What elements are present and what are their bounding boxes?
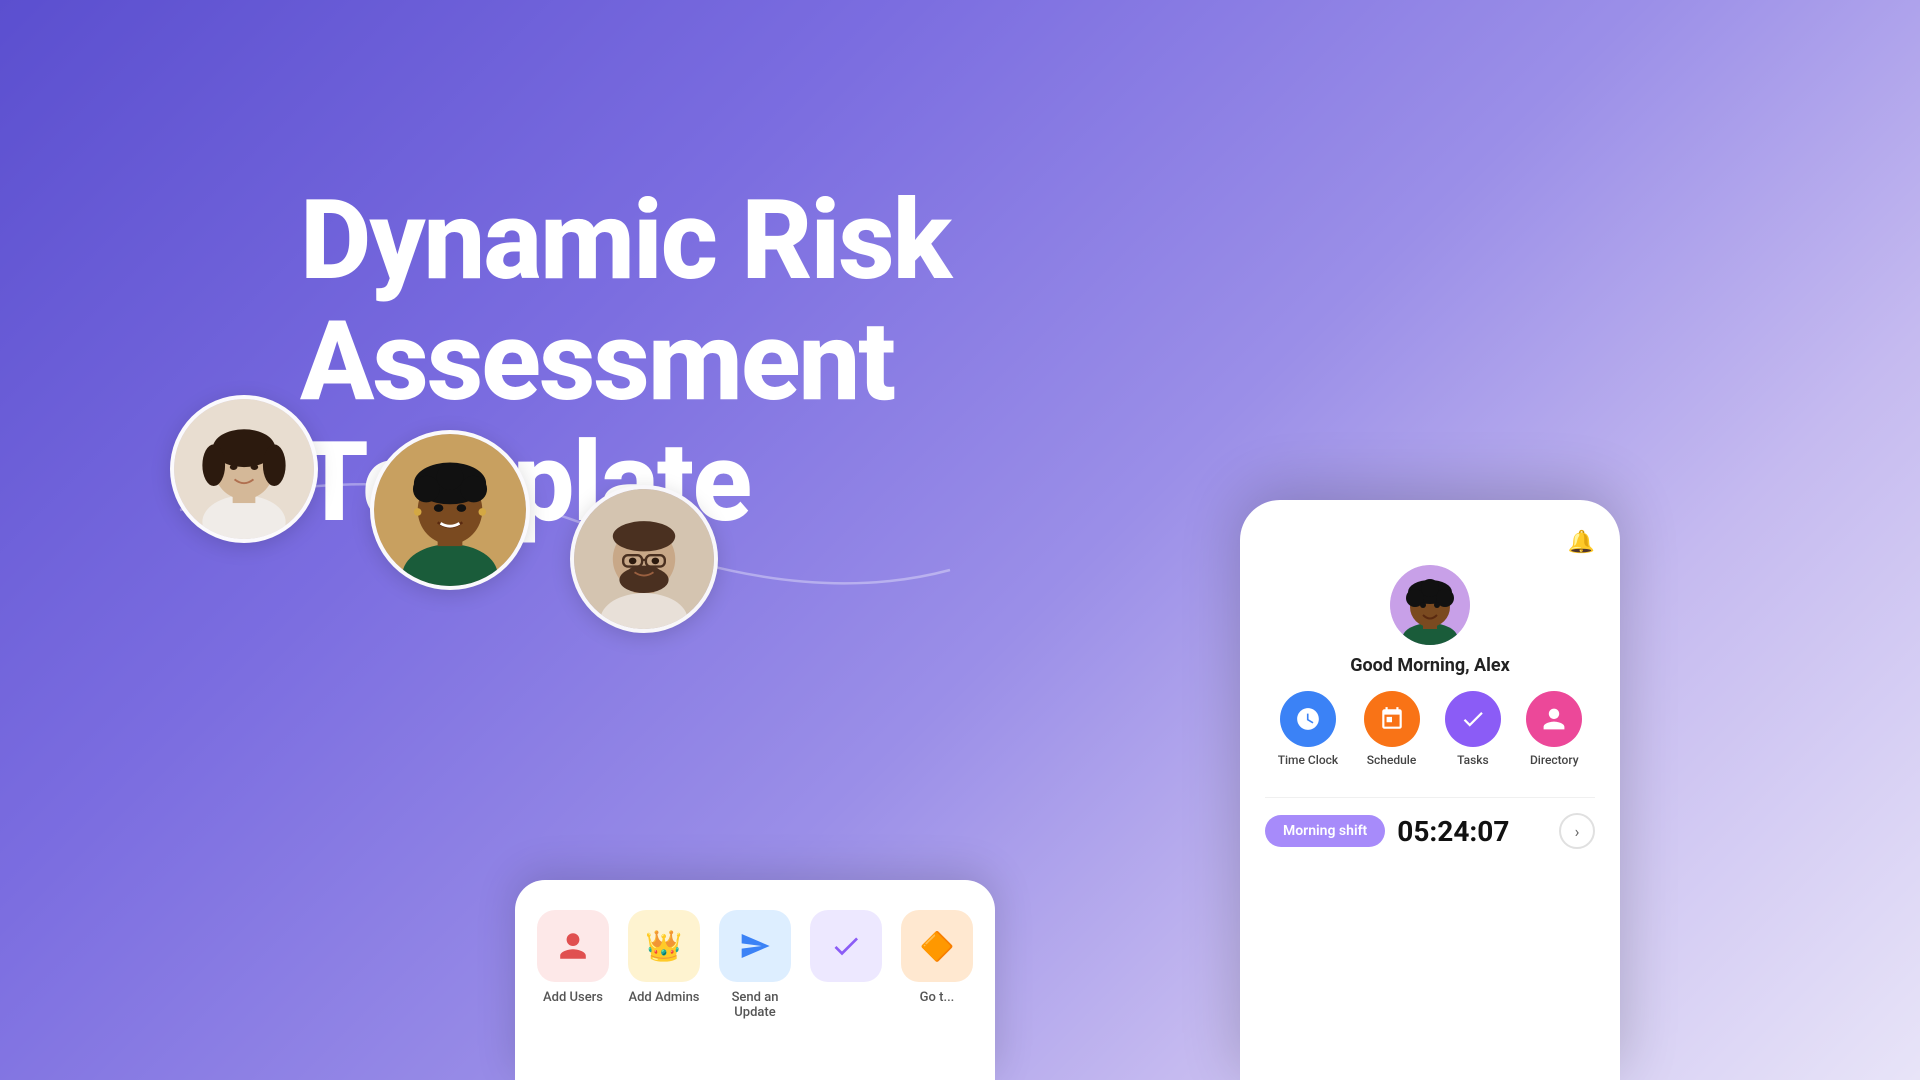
- shift-next-button[interactable]: ›: [1559, 813, 1595, 849]
- app-icon-checkmark[interactable]: [808, 910, 884, 990]
- phone-icon-schedule[interactable]: Schedule: [1364, 691, 1420, 767]
- timeclock-label: Time Clock: [1278, 753, 1338, 767]
- avatar-person-3: [570, 485, 718, 633]
- phone-avatar: [1390, 565, 1470, 645]
- app-icon-add-admins[interactable]: 👑 Add Admins: [626, 910, 702, 1005]
- timeclock-icon: [1280, 691, 1336, 747]
- goto-icon: 🔶: [901, 910, 973, 982]
- phone-icon-directory[interactable]: Directory: [1526, 691, 1582, 767]
- phone-mockup-right: 🔔 Good M: [1240, 500, 1620, 1080]
- shift-time: 05:24:07: [1397, 815, 1547, 848]
- shift-badge: Morning shift: [1265, 815, 1385, 847]
- send-update-label: Send an Update: [717, 990, 793, 1020]
- add-users-icon: [537, 910, 609, 982]
- app-icon-send-update[interactable]: Send an Update: [717, 910, 793, 1020]
- add-admins-label: Add Admins: [628, 990, 699, 1005]
- phone-icons-row: Time Clock Schedule Tasks: [1265, 691, 1595, 767]
- avatar-person-2: [370, 430, 530, 590]
- app-icon-goto[interactable]: 🔶 Go t...: [899, 910, 975, 1005]
- shift-row: Morning shift 05:24:07 ›: [1265, 813, 1595, 849]
- tasks-label: Tasks: [1457, 753, 1489, 767]
- checkmark-icon: [810, 910, 882, 982]
- phone-icon-timeclock[interactable]: Time Clock: [1278, 691, 1338, 767]
- directory-label: Directory: [1530, 753, 1579, 767]
- notification-bell-icon[interactable]: 🔔: [1568, 530, 1595, 555]
- add-admins-icon: 👑: [628, 910, 700, 982]
- send-update-icon: [719, 910, 791, 982]
- add-users-label: Add Users: [543, 990, 603, 1005]
- goto-label: Go t...: [920, 990, 955, 1005]
- avatar-person-1: [170, 395, 318, 543]
- phone-greeting: Good Morning, Alex: [1350, 655, 1510, 676]
- directory-icon: [1526, 691, 1582, 747]
- schedule-icon: [1364, 691, 1420, 747]
- app-mockup-left: Add Users 👑 Add Admins Send an Update: [515, 880, 995, 1080]
- tasks-icon: [1445, 691, 1501, 747]
- schedule-label: Schedule: [1367, 753, 1417, 767]
- phone-icon-tasks[interactable]: Tasks: [1445, 691, 1501, 767]
- app-icon-add-users[interactable]: Add Users: [535, 910, 611, 1005]
- phone-avatar-area: Good Morning, Alex: [1265, 565, 1595, 676]
